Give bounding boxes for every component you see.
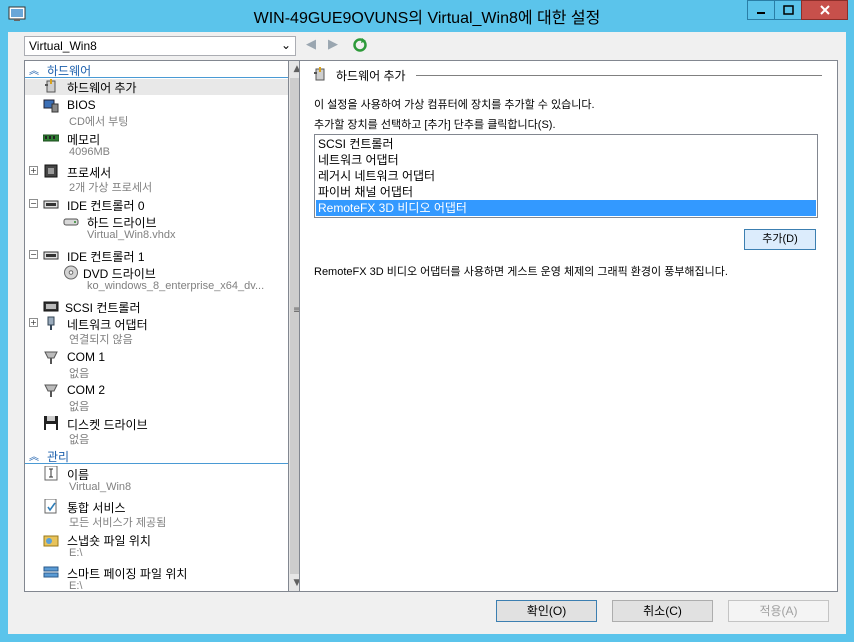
processor-icon [44, 164, 58, 178]
cancel-button[interactable]: 취소(C) [612, 600, 713, 622]
panel-instruction: 추가할 장치를 선택하고 [추가] 단추를 클릭합니다(S). [314, 119, 556, 131]
settings-window: WIN-49GUE9OVUNS의 Virtual_Win8에 대한 설정 Vir… [0, 0, 854, 642]
add-button[interactable]: 추가(D) [744, 229, 816, 250]
ide-controller-icon [43, 251, 59, 260]
panel-intro: 이 설정을 사용하여 가상 컴퓨터에 장치를 추가할 수 있습니다. [314, 99, 595, 111]
vm-selector-dropdown[interactable]: Virtual_Win8 ⌄ [24, 36, 296, 56]
minimize-button[interactable] [747, 0, 775, 20]
hard-drive-icon [63, 218, 79, 226]
add-hardware-icon [314, 67, 325, 81]
tree-item-dvd-drive[interactable]: DVD 드라이브 ko_windows_8_enterprise_x64_dv.… [25, 265, 288, 297]
tree-item-ide-controller-1[interactable]: − IDE 컨트롤러 1 [25, 248, 288, 264]
settings-tree[interactable]: ︽ 하드웨어 하드웨어 추가 BIOS CD에서 부팅 메모리 4096MB + [24, 60, 289, 592]
collapse-chevron-icon: ︽ [29, 452, 39, 463]
vm-selector-value: Virtual_Win8 [29, 39, 97, 53]
collapse-icon[interactable]: − [29, 250, 38, 259]
tree-item-snapshot-location[interactable]: 스냅숏 파일 위치 E:\ [25, 532, 288, 564]
refresh-icon[interactable] [352, 37, 368, 53]
network-adapter-icon [47, 316, 55, 330]
device-option-network-adapter[interactable]: 네트워크 어댑터 [316, 152, 816, 168]
ide-controller-icon [43, 200, 59, 209]
tree-item-scsi-controller[interactable]: SCSI 컨트롤러 [25, 299, 288, 315]
tree-item-network-adapter[interactable]: + 네트워크 어댑터 연결되지 않음 [25, 316, 288, 348]
tree-item-integration-services[interactable]: 통합 서비스 모든 서비스가 제공됨 [25, 499, 288, 531]
tree-item-com-2[interactable]: COM 2 없음 [25, 383, 288, 415]
panel-title: 하드웨어 추가 [336, 69, 406, 83]
device-option-remotefx-3d-video-adapter[interactable]: RemoteFX 3D 비디오 어댑터 [316, 200, 816, 216]
scsi-controller-icon [43, 301, 59, 312]
hardware-section-header[interactable]: ︽ 하드웨어 [25, 62, 288, 78]
title-bar[interactable]: WIN-49GUE9OVUNS의 Virtual_Win8에 대한 설정 [0, 0, 854, 32]
maximize-icon [783, 5, 794, 15]
back-arrow-icon[interactable]: ◀ [304, 38, 318, 52]
close-icon [820, 5, 830, 15]
snapshot-location-icon [43, 535, 59, 547]
com-port-icon [44, 384, 58, 397]
integration-services-icon [44, 499, 57, 514]
expand-icon[interactable]: + [29, 318, 38, 327]
memory-icon [43, 134, 59, 142]
panel-header: 하드웨어 추가 [312, 67, 822, 83]
tree-item-add-hardware[interactable]: 하드웨어 추가 [25, 79, 288, 95]
management-section-header[interactable]: ︽ 관리 [25, 448, 288, 464]
maximize-button[interactable] [774, 0, 802, 20]
dvd-drive-icon [64, 265, 78, 280]
details-panel: 하드웨어 추가 이 설정을 사용하여 가상 컴퓨터에 장치를 추가할 수 있습니… [299, 60, 838, 592]
expand-icon[interactable]: + [29, 166, 38, 175]
collapse-chevron-icon: ︽ [29, 66, 39, 77]
tree-item-com-1[interactable]: COM 1 없음 [25, 350, 288, 382]
forward-arrow-icon[interactable]: ▶ [326, 38, 340, 52]
device-option-fibre-channel-adapter[interactable]: 파이버 채널 어댑터 [316, 184, 816, 200]
apply-button[interactable]: 적용(A) [728, 600, 829, 622]
tree-item-hard-drive[interactable]: 하드 드라이브 Virtual_Win8.vhdx [25, 214, 288, 246]
tree-item-ide-controller-0[interactable]: − IDE 컨트롤러 0 [25, 197, 288, 213]
chevron-down-icon: ⌄ [280, 38, 291, 52]
com-port-icon [44, 351, 58, 364]
floppy-drive-icon [44, 416, 58, 430]
device-option-scsi-controller[interactable]: SCSI 컨트롤러 [316, 136, 816, 152]
close-button[interactable] [801, 0, 848, 20]
dialog-client-area: Virtual_Win8 ⌄ ◀ ▶ ︽ 하드웨어 하드웨어 추가 BIOS C… [8, 32, 846, 634]
minimize-icon [757, 12, 765, 14]
tree-item-processor[interactable]: + 프로세서 2개 가상 프로세서 [25, 164, 288, 196]
tree-item-bios[interactable]: BIOS CD에서 부팅 [25, 98, 288, 130]
tree-item-name[interactable]: 이름 Virtual_Win8 [25, 466, 288, 498]
device-option-legacy-network-adapter[interactable]: 레거시 네트워크 어댑터 [316, 168, 816, 184]
tree-item-smart-paging-location[interactable]: 스마트 페이징 파일 위치 E:\ [25, 565, 288, 591]
device-description: RemoteFX 3D 비디오 어댑터를 사용하면 게스트 운영 체제의 그래픽… [314, 266, 728, 278]
ok-button[interactable]: 확인(O) [496, 600, 597, 622]
collapse-icon[interactable]: − [29, 199, 38, 208]
bios-icon [43, 99, 59, 113]
header-divider [416, 75, 822, 76]
device-listbox[interactable]: SCSI 컨트롤러 네트워크 어댑터 레거시 네트워크 어댑터 파이버 채널 어… [314, 134, 818, 218]
window-title: WIN-49GUE9OVUNS의 Virtual_Win8에 대한 설정 [253, 10, 601, 27]
tree-item-memory[interactable]: 메모리 4096MB [25, 131, 288, 163]
name-icon [44, 466, 58, 481]
smart-paging-icon [43, 566, 59, 578]
add-hardware-icon [45, 79, 56, 93]
tree-item-diskette-drive[interactable]: 디스켓 드라이브 없음 [25, 416, 288, 448]
